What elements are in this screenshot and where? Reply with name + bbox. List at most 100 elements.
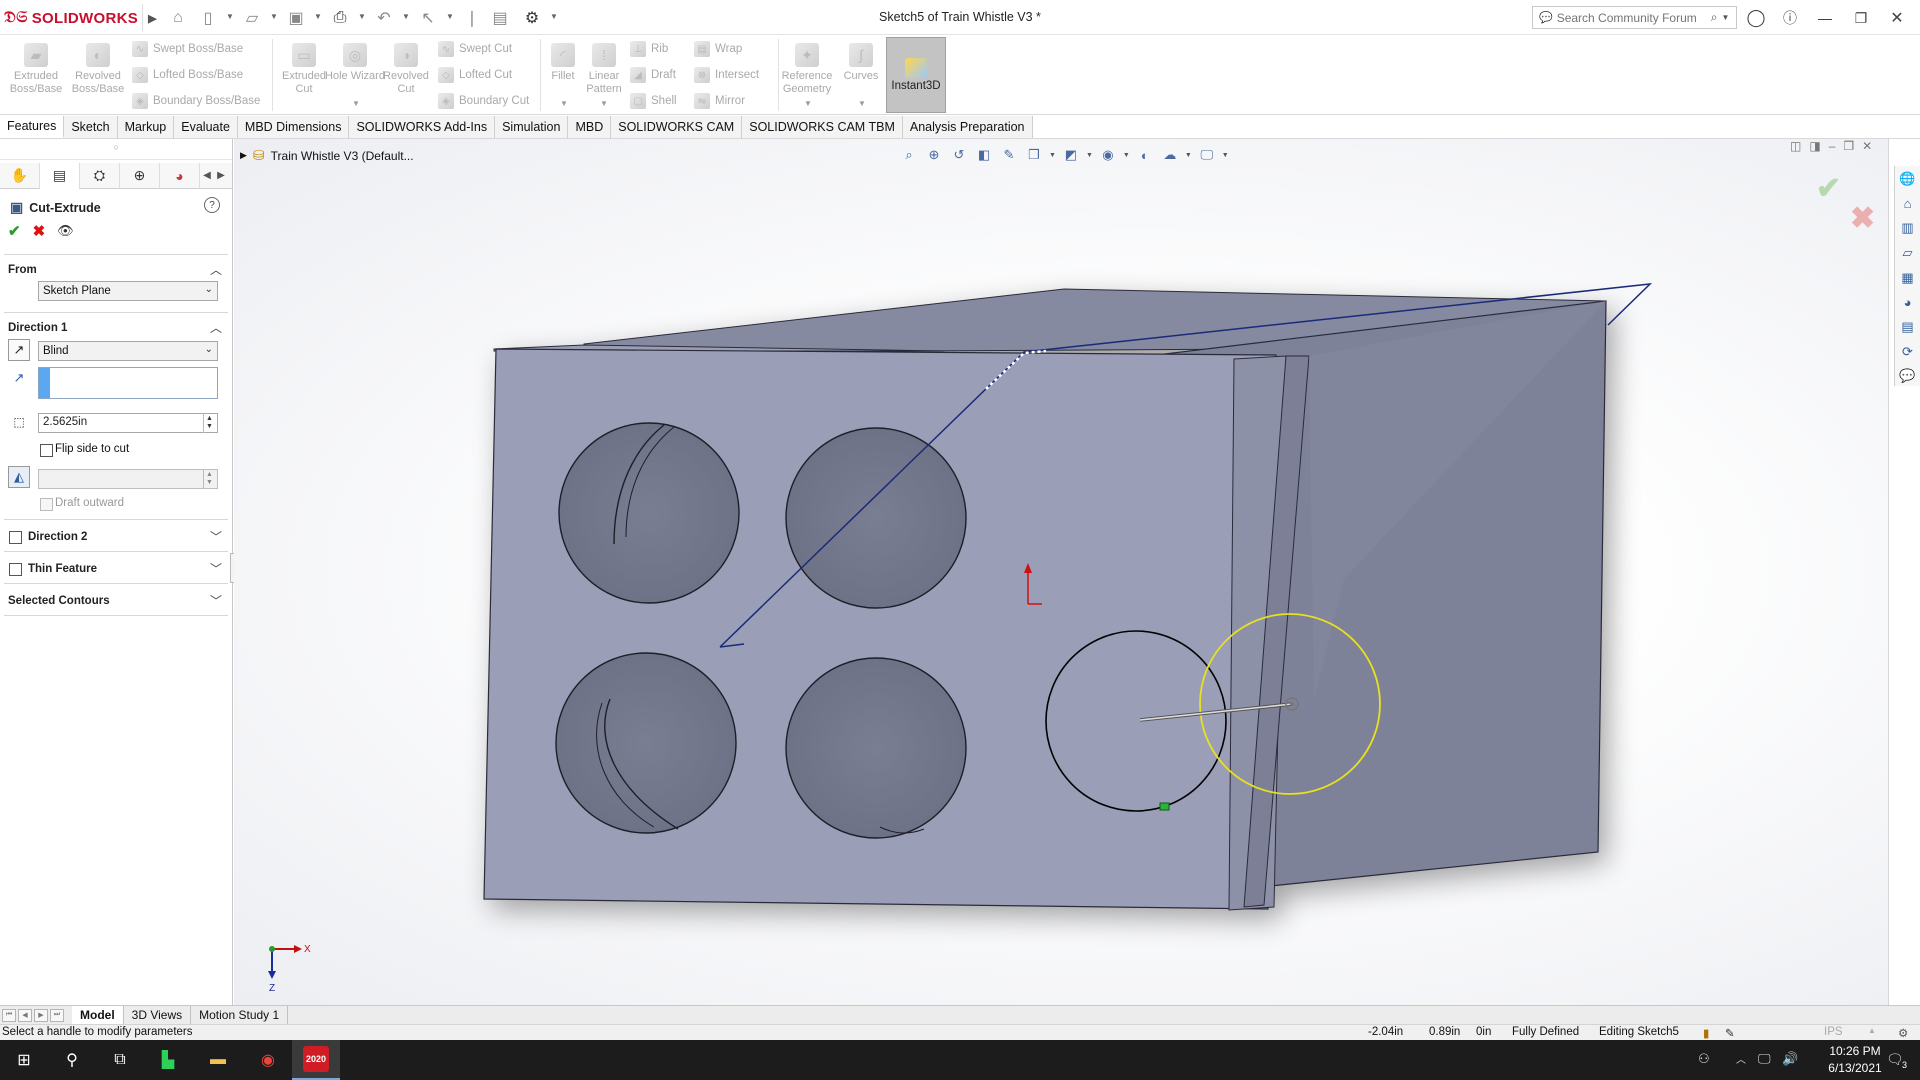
tab-feature-manager[interactable]: ✋ [0,162,40,189]
save-caret-icon[interactable]: ▼ [314,12,322,21]
search-input[interactable] [1556,10,1707,25]
model-tab-motion-study-1[interactable]: Motion Study 1 [191,1005,289,1025]
tab-scroll-right-icon[interactable]: ▶ [214,163,228,189]
user-account-icon[interactable]: ◯ [1743,6,1769,30]
hole-bottom-right[interactable] [785,657,967,839]
tab-property-manager[interactable]: ▤ [40,162,80,189]
direction2-expand-icon[interactable]: ﹀ [210,528,222,545]
direction1-collapse-icon[interactable]: ︿ [210,319,222,336]
rebuild-icon[interactable]: ❘ [462,8,482,28]
selected-contours-group-header[interactable]: Selected Contours [8,592,110,610]
from-group-header[interactable]: From [8,261,37,279]
appearances-icon[interactable]: ◕ [1898,292,1918,312]
from-select[interactable]: Sketch Plane ⌄ [38,281,218,301]
hole-top-left[interactable] [558,422,740,604]
tab-simulation[interactable]: Simulation [495,116,569,138]
people-icon[interactable]: ⚇ [1698,1051,1710,1067]
draft-angle-spinner[interactable]: ▲ ▼ [203,469,215,489]
swept-cut-button[interactable]: ∿ Swept Cut [438,39,512,59]
custom-properties-icon[interactable]: ▤ [1898,317,1918,337]
quick-tips-icon[interactable]: ✎ [1725,1026,1735,1040]
print-caret-icon[interactable]: ▼ [358,12,366,21]
graphics-area[interactable]: ▶ ⛁ Train Whistle V3 (Default... ⌕ ⊕ ↺ ◧… [234,139,1888,1005]
flip-side-checkbox[interactable] [40,444,53,457]
thin-feature-group-header[interactable]: Thin Feature [28,560,97,578]
instant3d-button[interactable]: Instant3D [886,37,946,113]
panel-grip[interactable]: ○ [0,142,232,160]
rebuild-indicator-icon[interactable]: ▮ [1703,1026,1709,1040]
status-units[interactable]: IPS [1824,1026,1843,1038]
boundary-cut-button[interactable]: ◈ Boundary Cut [438,91,529,111]
windows-start-icon[interactable]: ⊞ [0,1040,48,1080]
shell-button[interactable]: ▢ Shell [630,91,677,111]
revolved-cut-button[interactable]: ◑ Revolved Cut [376,43,436,111]
search-caret-icon[interactable]: ▼ [1721,13,1729,22]
last-tab-icon[interactable]: ⏭ [50,1008,64,1022]
tab-scroll-left-icon[interactable]: ◀ [200,163,214,189]
direction-vector-field[interactable] [38,367,218,399]
solidworks-forum-icon[interactable]: ⟳ [1898,342,1918,362]
tab-configuration-manager[interactable]: ⛭ [80,162,120,189]
lofted-boss-button[interactable]: ◇ Lofted Boss/Base [132,65,243,85]
direction2-checkbox[interactable] [9,531,22,544]
tab-markup[interactable]: Markup [117,116,175,138]
reverse-direction-icon[interactable]: ↗ [8,339,30,361]
rib-button[interactable]: ⊥ Rib [630,39,668,59]
solidworks-taskbar-icon[interactable]: 2020 [292,1040,340,1080]
open-caret-icon[interactable]: ▼ [270,12,278,21]
restore-button[interactable]: ❐ [1848,6,1874,30]
search-icon[interactable]: ⚲ [48,1040,96,1080]
task-view-icon[interactable]: ⧉ [96,1040,144,1080]
new-document-icon[interactable]: ▯ [198,8,218,28]
minimize-button[interactable]: — [1812,6,1838,30]
depth-spinner[interactable]: ▲ ▼ [203,413,215,433]
direction2-group-header[interactable]: Direction 2 [28,528,87,546]
draft-angle-input[interactable] [38,469,218,489]
tab-solidworks-cam-tbm[interactable]: SOLIDWORKS CAM TBM [742,116,903,138]
customize-status-icon[interactable]: ⚙ [1898,1026,1908,1040]
tab-analysis-preparation[interactable]: Analysis Preparation [902,116,1033,138]
model-tab-model[interactable]: Model [72,1005,124,1025]
prev-tab-icon[interactable]: ◀ [18,1008,32,1022]
reference-geometry-caret-icon[interactable]: ▼ [804,99,812,108]
select-caret-icon[interactable]: ▼ [446,12,454,21]
options-caret-icon[interactable]: ▼ [550,12,558,21]
first-tab-icon[interactable]: ⏮ [2,1008,16,1022]
revolved-boss-button[interactable]: ◐ Revolved Boss/Base [68,43,128,111]
tab-mbd[interactable]: MBD [568,116,612,138]
menu-expand-icon[interactable]: ▶ [148,12,157,25]
file-properties-icon[interactable]: ▤ [490,8,510,28]
new-caret-icon[interactable]: ▼ [226,12,234,21]
linear-pattern-caret-icon[interactable]: ▼ [600,99,608,108]
search-community-forum[interactable]: 💬 ⌕ ▼ [1532,6,1737,29]
cancel-x-icon[interactable]: ✖ [33,222,46,240]
help-icon[interactable]: ⓘ [1777,6,1803,30]
save-icon[interactable]: ▣ [286,8,306,28]
from-collapse-icon[interactable]: ︿ [210,261,222,278]
show-hidden-icons[interactable]: ︿ [1736,1051,1746,1066]
fillet-caret-icon[interactable]: ▼ [560,99,568,108]
ok-checkmark-icon[interactable]: ✔ [8,222,21,240]
mirror-button[interactable]: ⇋ Mirror [694,91,745,111]
view-palette-icon[interactable]: ▦ [1898,268,1918,288]
direction1-group-header[interactable]: Direction 1 [8,319,67,337]
home-icon[interactable]: ⌂ [1898,194,1918,214]
draft-button[interactable]: ◢ Draft [630,65,676,85]
tab-display-manager[interactable]: ◕ [160,162,200,189]
tab-dimxpert-manager[interactable]: ⊕ [120,162,160,189]
print-icon[interactable]: ⎙ [330,8,350,28]
volume-icon[interactable]: 🔊 [1782,1051,1798,1067]
end-condition-select[interactable]: Blind ⌄ [38,341,218,361]
next-tab-icon[interactable]: ▶ [34,1008,48,1022]
tab-features[interactable]: Features [0,116,65,138]
hole-top-right[interactable] [785,427,967,609]
pm-help-button[interactable]: ? [204,197,220,213]
wrap-button[interactable]: ▤ Wrap [694,39,742,59]
thin-feature-checkbox[interactable] [9,563,22,576]
draft-outward-checkbox[interactable] [40,498,53,511]
close-window-button[interactable]: ✕ [1884,6,1910,30]
file-explorer-icon[interactable]: ▬ [194,1040,242,1080]
units-caret-icon[interactable]: ▲ [1868,1026,1876,1035]
system-clock[interactable]: 10:26 PM 6/13/2021 [1820,1043,1890,1077]
model-tab-3d-views[interactable]: 3D Views [124,1005,192,1025]
